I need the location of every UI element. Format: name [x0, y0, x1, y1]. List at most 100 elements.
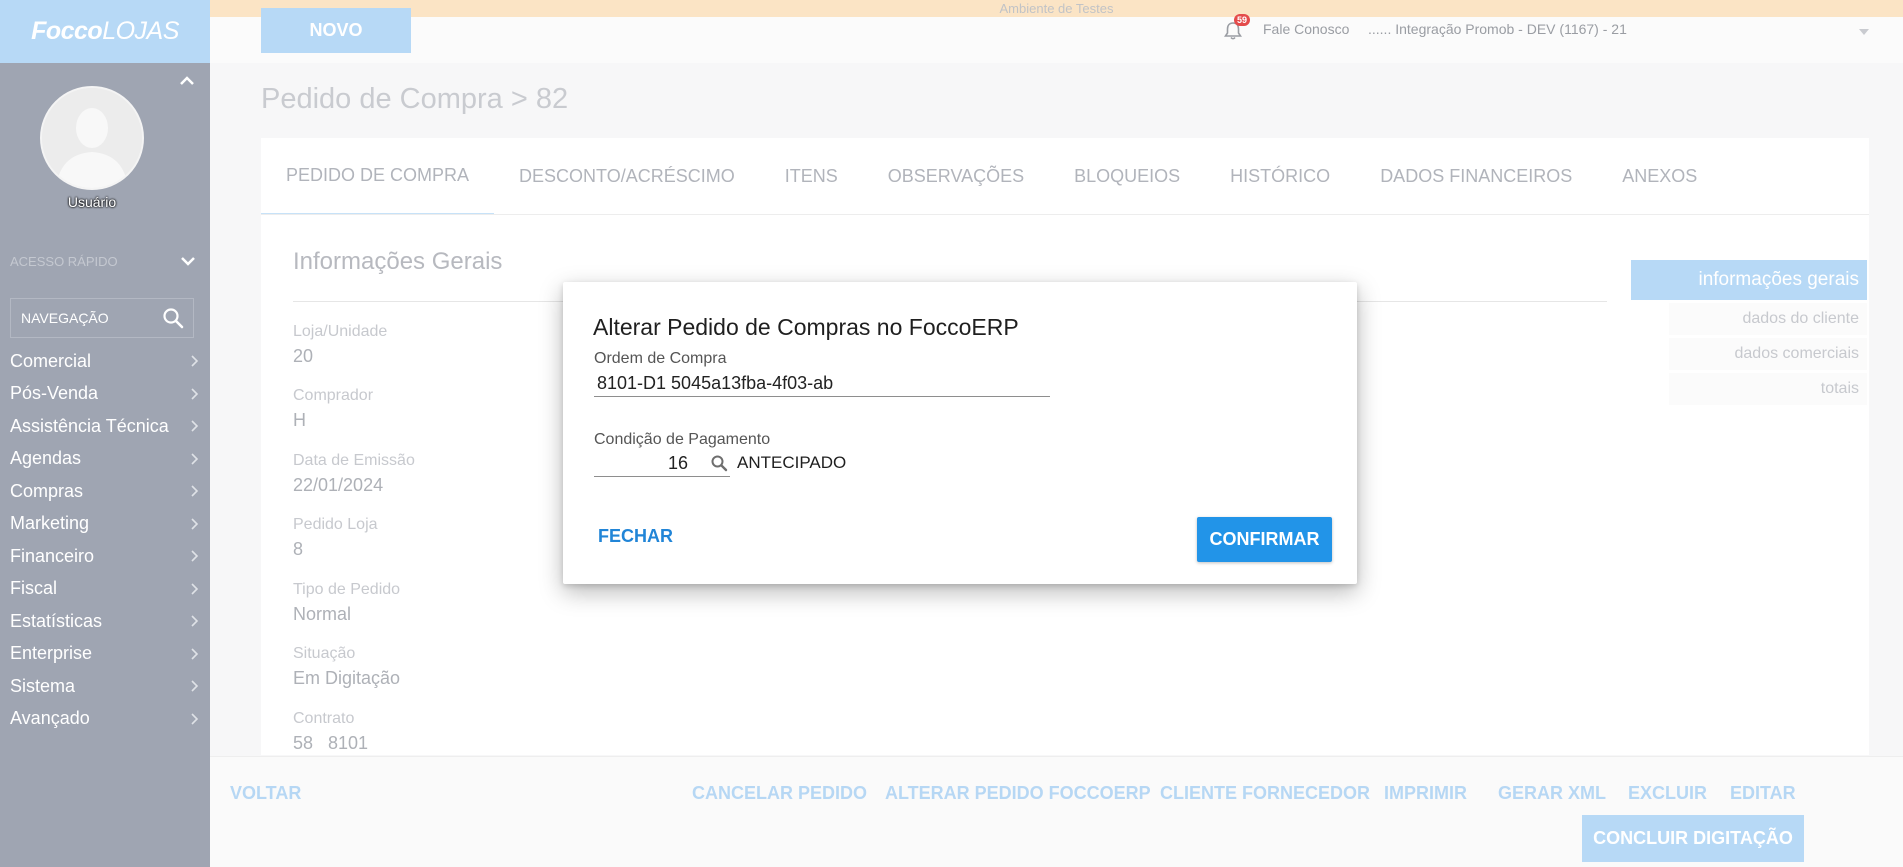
payment-condition-label: Condição de Pagamento — [594, 431, 771, 448]
sidebar: FoccoLOJAS Usuário ACESSO RÁPIDO NAVEGAÇ… — [0, 0, 210, 867]
chevron-right-icon — [191, 550, 199, 562]
client-supplier-button[interactable]: CLIENTE FORNECEDOR — [1160, 783, 1370, 804]
app-logo[interactable]: FoccoLOJAS — [31, 17, 179, 46]
section-nav-dados-cliente[interactable]: dados do cliente — [1669, 303, 1867, 335]
payment-condition-field — [594, 450, 730, 477]
tab-desconto-acrescimo[interactable]: DESCONTO/ACRÉSCIMO — [494, 138, 760, 215]
purchase-order-field[interactable] — [594, 370, 1050, 397]
chevron-right-icon — [191, 713, 199, 725]
page-title: Pedido de Compra > 82 — [261, 83, 569, 115]
field-value: Normal — [293, 604, 352, 624]
close-button[interactable]: FECHAR — [588, 518, 685, 554]
contact-link[interactable]: Fale Conosco — [1263, 21, 1349, 37]
navigation-search-label: NAVEGAÇÃO — [21, 310, 109, 326]
top-bar: NOVO 59 Fale Conosco ...... Integração P… — [210, 8, 1903, 63]
payment-condition-code-input[interactable] — [594, 450, 694, 477]
change-order-dialog: Alterar Pedido de Compras no FoccoERP Or… — [563, 282, 1357, 584]
navigation-search[interactable]: NAVEGAÇÃO — [10, 298, 194, 338]
field-label: Data de Emissão — [293, 452, 415, 469]
chevron-right-icon — [191, 583, 199, 595]
section-navigator: informações gerais dados do cliente dado… — [1631, 260, 1867, 405]
back-button[interactable]: VOLTAR — [230, 783, 301, 804]
menu-item-avancado[interactable]: Avançado — [10, 703, 200, 736]
menu-item-financeiro[interactable]: Financeiro — [10, 540, 200, 573]
menu-item-estatisticas[interactable]: Estatísticas — [10, 605, 200, 638]
company-selector[interactable]: ...... Integração Promob - DEV (1167) - … — [1368, 21, 1627, 37]
notification-count-badge: 59 — [1234, 14, 1251, 26]
field-tipo-pedido: Tipo de Pedido Normal — [293, 581, 400, 625]
menu-item-sistema[interactable]: Sistema — [10, 670, 200, 703]
search-icon[interactable] — [710, 454, 728, 472]
menu-item-marketing[interactable]: Marketing — [10, 508, 200, 541]
dialog-title: Alterar Pedido de Compras no FoccoERP — [593, 314, 1019, 340]
print-button[interactable]: IMPRIMIR — [1384, 783, 1467, 804]
chevron-right-icon — [191, 518, 199, 530]
field-data-emissao: Data de Emissão 22/01/2024 — [293, 452, 415, 496]
edit-button[interactable]: EDITAR — [1730, 783, 1796, 804]
tab-pedido-de-compra[interactable]: PEDIDO DE COMPRA — [261, 138, 495, 215]
tab-anexos[interactable]: ANEXOS — [1597, 138, 1722, 215]
field-label: Tipo de Pedido — [293, 581, 401, 598]
chevron-right-icon — [191, 388, 199, 400]
tab-bloqueios[interactable]: BLOQUEIOS — [1049, 138, 1205, 215]
field-value: H — [293, 410, 306, 430]
action-bar: VOLTAR CANCELAR PEDIDO ALTERAR PEDIDO FO… — [210, 756, 1903, 867]
menu-item-comercial[interactable]: Comercial — [10, 345, 200, 378]
chevron-right-icon — [191, 453, 199, 465]
quick-access-label: ACESSO RÁPIDO — [10, 253, 118, 269]
chevron-down-icon — [181, 257, 195, 266]
finish-typing-button[interactable]: CONCLUIR DIGITAÇÃO — [1582, 815, 1804, 862]
sidebar-collapse-button[interactable] — [178, 72, 196, 90]
menu-item-agendas[interactable]: Agendas — [10, 443, 200, 476]
new-button[interactable]: NOVO — [261, 8, 411, 53]
delete-button[interactable]: EXCLUIR — [1628, 783, 1707, 804]
field-label: Loja/Unidade — [293, 323, 388, 340]
user-name: Usuário — [67, 194, 117, 210]
logo-bar[interactable]: FoccoLOJAS — [0, 0, 210, 63]
chevron-right-icon — [191, 615, 199, 627]
cancel-order-button[interactable]: CANCELAR PEDIDO — [692, 783, 867, 804]
field-label: Situação — [293, 645, 356, 662]
chevron-up-icon — [180, 76, 194, 85]
field-value: 8 — [293, 539, 304, 559]
tab-historico[interactable]: HISTÓRICO — [1205, 138, 1355, 215]
environment-banner: Ambiente de Testes — [210, 0, 1903, 17]
field-label: Contrato — [293, 710, 355, 727]
generate-xml-button[interactable]: GERAR XML — [1498, 783, 1606, 804]
section-title: Informações Gerais — [293, 248, 503, 275]
field-value: 20 — [293, 346, 314, 366]
tab-itens[interactable]: ITENS — [760, 138, 863, 215]
payment-condition-description: ANTECIPADO — [737, 453, 847, 472]
search-icon[interactable] — [161, 306, 185, 330]
notifications-button[interactable]: 59 — [1222, 14, 1251, 42]
tab-observacoes[interactable]: OBSERVAÇÕES — [863, 138, 1049, 215]
sidebar-menu: Comercial Pós-Venda Assistência Técnica … — [10, 345, 200, 735]
chevron-right-icon — [191, 680, 199, 692]
tab-dados-financeiros[interactable]: DADOS FINANCEIROS — [1355, 138, 1597, 215]
section-nav-dados-comerciais[interactable]: dados comerciais — [1669, 338, 1867, 370]
caret-down-icon[interactable] — [1858, 27, 1870, 37]
section-nav-informacoes-gerais[interactable]: informações gerais — [1631, 260, 1867, 300]
change-order-foccoerp-button[interactable]: ALTERAR PEDIDO FOCCOERP — [885, 783, 1151, 804]
user-avatar-icon — [42, 88, 142, 188]
field-situacao: Situação Em Digitação — [293, 645, 400, 689]
quick-access-toggle[interactable]: ACESSO RÁPIDO — [10, 252, 196, 270]
menu-item-compras[interactable]: Compras — [10, 475, 200, 508]
field-contrato: Contrato 58 8101 — [293, 710, 368, 754]
menu-item-fiscal[interactable]: Fiscal — [10, 573, 200, 606]
confirm-button[interactable]: CONFIRMAR — [1197, 517, 1332, 562]
field-comprador: Comprador H — [293, 387, 373, 431]
field-label: Pedido Loja — [293, 516, 378, 533]
menu-item-assistencia-tecnica[interactable]: Assistência Técnica — [10, 410, 200, 443]
tab-bar: PEDIDO DE COMPRA DESCONTO/ACRÉSCIMO ITEN… — [261, 138, 1722, 215]
menu-item-pos-venda[interactable]: Pós-Venda — [10, 378, 200, 411]
avatar[interactable] — [40, 86, 144, 190]
menu-item-enterprise[interactable]: Enterprise — [10, 638, 200, 671]
field-label: Comprador — [293, 387, 374, 404]
tab-divider — [261, 214, 1869, 215]
field-loja-unidade: Loja/Unidade 20 — [293, 323, 387, 367]
field-value: 58 8101 — [293, 733, 369, 753]
section-nav-totais[interactable]: totais — [1669, 373, 1867, 405]
purchase-order-label: Ordem de Compra — [594, 350, 727, 367]
field-pedido-loja: Pedido Loja 8 — [293, 516, 378, 560]
